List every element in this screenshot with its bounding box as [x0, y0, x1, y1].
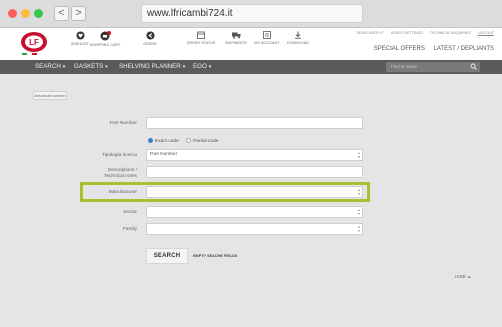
tipologia-select[interactable]: Part Number ▲ ▼ [146, 149, 363, 161]
menu-gaskets-label: GASKETS [74, 63, 104, 70]
exact-code-label: Exact code [155, 139, 179, 144]
chevron-down-icon: ▾ [208, 64, 212, 70]
logout-link[interactable]: LOG OUT [478, 31, 494, 35]
address-bar[interactable]: www.lfricambi724.it [141, 4, 363, 23]
partial-code-radio[interactable] [186, 138, 192, 143]
empty-search-fields-link[interactable]: EMPTY SEACHE FIELDS [193, 254, 237, 258]
menu-item-search[interactable]: SEARCH ▾ [35, 60, 65, 74]
select-arrows-icon: ▲ ▼ [357, 208, 361, 216]
chevron-up-icon: ▲ [467, 274, 472, 279]
back-button[interactable]: < [54, 6, 69, 21]
order-icon [145, 31, 155, 40]
menu-ego-label: EGO [193, 63, 207, 70]
family-label: Family [122, 227, 137, 232]
hide-label: HIDE [455, 274, 466, 279]
special-offers-link[interactable]: SPECIAL OFFERS [374, 46, 425, 52]
svg-text:LF: LF [29, 38, 39, 47]
user-name-link[interactable]: DEMO USER LF [357, 31, 384, 35]
menu-item-shelving-planner[interactable]: SHELVING PLANNER ▾ [119, 60, 185, 74]
calendar-icon [197, 31, 205, 39]
advanced-search-button[interactable]: Advanced search [33, 91, 67, 100]
descriptions-label-line1: Descriptions / [107, 168, 137, 173]
lf-logo[interactable]: LF [18, 30, 52, 56]
menu-search-label: SEARCH [35, 63, 61, 70]
shopping-cart-label: SHOPPING CART [89, 43, 121, 47]
forward-button[interactable]: > [71, 6, 86, 21]
hide-link[interactable]: HIDE ▲ [455, 274, 471, 279]
account-icon [263, 31, 271, 39]
search-icon[interactable] [470, 63, 477, 70]
user-links: DEMO USER LF USER'S SETTINGS TECHNICAL E… [351, 31, 494, 35]
download-label: DOWNLOAD [287, 41, 309, 45]
shopping-cart-link[interactable]: SHOPPING CART [83, 31, 127, 47]
tipologia-value: Part Number [150, 152, 178, 157]
exact-code-radio[interactable] [148, 138, 153, 143]
sector-select[interactable]: ▲ ▼ [146, 206, 363, 218]
site-search-placeholder: Find in name [391, 64, 418, 69]
chevron-down-icon: ▾ [182, 64, 186, 70]
truck-icon [231, 32, 240, 39]
exact-code-option[interactable]: Exact code [148, 138, 179, 144]
sector-label: Sector [123, 210, 137, 215]
technical-enquiries-link[interactable]: TECHNICAL ENQUIRIES [430, 31, 471, 35]
menu-item-ego[interactable]: EGO ▾ [193, 60, 211, 74]
close-window-button[interactable] [8, 9, 17, 18]
download-icon [295, 31, 301, 39]
part-number-label: Part Number [109, 121, 137, 126]
search-button[interactable]: SEARCH [146, 248, 188, 264]
tipologia-label: Tipologia ricerca [101, 153, 137, 158]
main-menu: SEARCH ▾ GASKETS ▾ SHELVING PLANNER ▾ EGO ▾ … [0, 60, 502, 74]
select-arrows-icon: ▲ ▼ [357, 151, 361, 159]
menu-item-gaskets[interactable]: GASKETS ▾ [74, 60, 108, 74]
menu-shelving-label: SHELVING PLANNER [119, 63, 181, 70]
order-link[interactable]: ORDER [128, 31, 172, 46]
select-arrows-icon: ▲ ▼ [357, 225, 361, 233]
family-select[interactable]: ▲ ▼ [146, 223, 363, 235]
descriptions-input[interactable] [146, 166, 363, 178]
descriptions-label: Descriptions / Technical notes [37, 168, 137, 180]
chevron-down-icon: ▾ [62, 64, 66, 70]
user-settings-link[interactable]: USER'S SETTINGS [391, 31, 423, 35]
code-match-options: Exact code Partial code [148, 138, 218, 144]
partial-code-option[interactable]: Partial code [186, 138, 219, 144]
manufacturer-highlight [80, 182, 370, 202]
browser-chrome: < > www.lfricambi724.it [0, 0, 502, 28]
latest-depliants-link[interactable]: LATEST / DEPLIANTS [434, 46, 494, 52]
offers-links: SPECIAL OFFERS LATEST / DEPLIANTS [367, 46, 494, 52]
order-label: ORDER [143, 42, 157, 46]
part-number-input[interactable] [146, 117, 363, 129]
chevron-down-icon: ▾ [105, 64, 108, 70]
descriptions-label-line2: Technical notes [103, 173, 137, 179]
download-link[interactable]: DOWNLOAD [276, 31, 320, 45]
site-header: LF WISHLIST SHOPPING CART ORDER ORDER ST… [0, 28, 502, 60]
minimize-window-button[interactable] [21, 9, 30, 18]
maximize-window-button[interactable] [34, 9, 43, 18]
cart-icon [100, 31, 111, 41]
partial-code-label: Partial code [193, 139, 219, 144]
site-search-input[interactable]: Find in name [386, 62, 480, 72]
